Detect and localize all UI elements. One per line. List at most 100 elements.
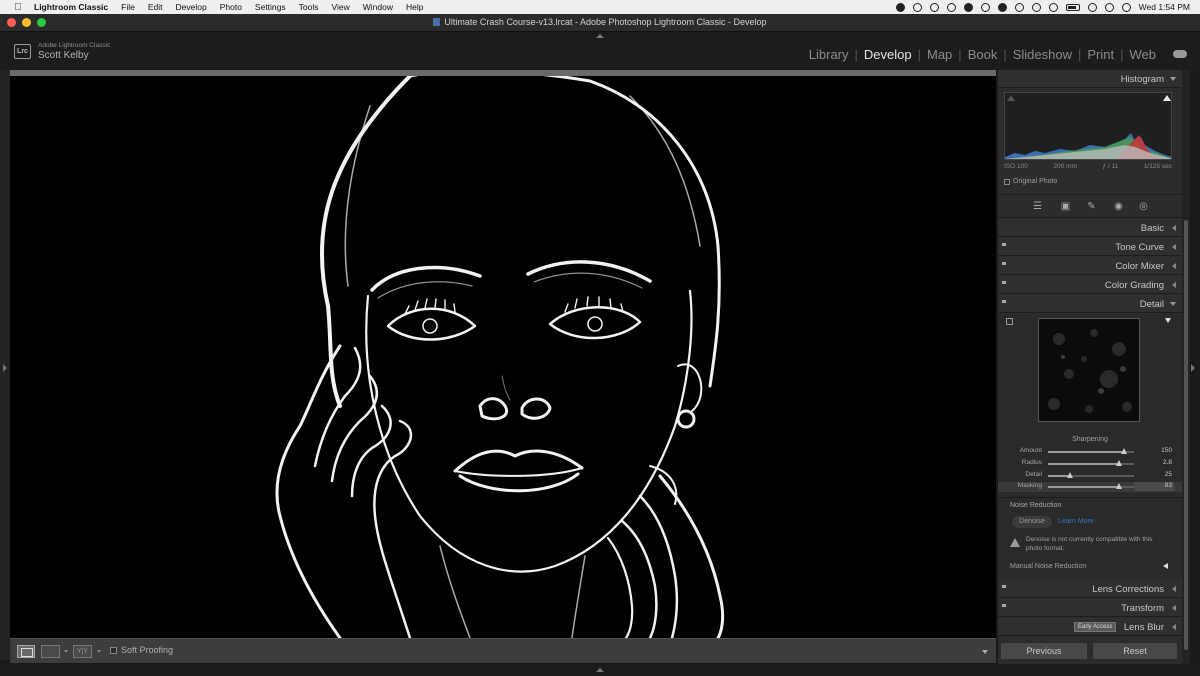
menubar-clock[interactable]: Wed 1:54 PM <box>1139 2 1190 12</box>
cloud-sync-icon[interactable] <box>1173 50 1187 58</box>
menu-develop[interactable]: Develop <box>176 2 207 12</box>
color-grading-panel-header[interactable]: Color Grading <box>998 276 1182 294</box>
denoise-button[interactable]: Denoise <box>1012 516 1052 528</box>
radius-value[interactable]: 2.8 <box>1142 459 1172 466</box>
toolbar-options-dropdown-icon[interactable] <box>982 650 988 654</box>
learn-more-link[interactable]: Learn More <box>1058 518 1094 525</box>
status-app-icon[interactable] <box>946 2 956 12</box>
menu-view[interactable]: View <box>331 2 349 12</box>
menu-edit[interactable]: Edit <box>148 2 163 12</box>
lens-corrections-panel-header[interactable]: Lens Corrections <box>998 580 1182 598</box>
healing-brush-icon[interactable]: ✎ <box>1086 201 1097 212</box>
reset-button[interactable]: Reset <box>1092 642 1178 660</box>
color-mixer-panel-header[interactable]: Color Mixer <box>998 257 1182 275</box>
masking-slider-thumb[interactable] <box>1116 483 1123 489</box>
status-app-icon[interactable] <box>980 2 990 12</box>
before-after-dropdown-icon[interactable] <box>64 650 68 653</box>
detail-slider-thumb[interactable] <box>1066 472 1073 478</box>
battery-icon[interactable] <box>1065 3 1080 11</box>
bluetooth-icon[interactable] <box>1014 2 1024 12</box>
original-photo-toggle[interactable]: Original Photo <box>1004 178 1057 185</box>
wifi-icon[interactable] <box>1087 2 1097 12</box>
histogram-panel-header[interactable]: Histogram <box>998 70 1182 88</box>
masking-slider-row[interactable]: Masking 83 <box>998 482 1182 492</box>
status-app-icon[interactable] <box>997 2 1007 12</box>
red-eye-icon[interactable]: ◉ <box>1113 201 1124 212</box>
identity-plate-user[interactable]: Scott Kelby <box>38 50 89 61</box>
module-library[interactable]: Library <box>809 47 849 62</box>
detail-preview[interactable] <box>1038 318 1140 422</box>
status-app-icon[interactable] <box>1031 2 1041 12</box>
module-web[interactable]: Web <box>1130 47 1157 62</box>
menu-photo[interactable]: Photo <box>220 2 242 12</box>
menu-help[interactable]: Help <box>406 2 423 12</box>
apple-menu-icon[interactable]:  <box>12 1 24 13</box>
panel-switch-icon[interactable] <box>1002 262 1006 265</box>
status-app-icon[interactable] <box>963 2 973 12</box>
control-center-icon[interactable] <box>1121 2 1131 12</box>
manual-noise-reduction-label[interactable]: Manual Noise Reduction <box>1010 563 1086 570</box>
basic-panel-header[interactable]: Basic <box>998 219 1182 237</box>
top-panel-toggle-icon[interactable] <box>596 34 604 38</box>
right-panel-toggle-icon[interactable] <box>1191 364 1195 372</box>
detail-panel-header[interactable]: Detail <box>998 295 1182 313</box>
module-print[interactable]: Print <box>1087 47 1114 62</box>
previous-button[interactable]: Previous <box>1000 642 1088 660</box>
module-map[interactable]: Map <box>927 47 952 62</box>
menu-file[interactable]: File <box>121 2 135 12</box>
amount-slider-thumb[interactable] <box>1120 448 1127 454</box>
before-after-view-icon[interactable] <box>41 645 60 658</box>
amount-slider-row[interactable]: Amount 150 <box>998 447 1182 457</box>
transform-panel-header[interactable]: Transform <box>998 599 1182 617</box>
display-icon[interactable] <box>1048 2 1058 12</box>
status-app-icon[interactable] <box>895 2 905 12</box>
before-after-swap-icon[interactable]: Y|Y <box>73 645 92 658</box>
masking-slider-track[interactable] <box>1048 483 1134 489</box>
edit-sliders-icon[interactable]: ☰ <box>1032 201 1043 212</box>
histogram[interactable]: ISO 100 200 mm ƒ / 11 1/125 sec <box>1004 92 1172 172</box>
view-mode-dropdown-icon[interactable] <box>97 650 101 653</box>
tone-curve-panel-header[interactable]: Tone Curve <box>998 238 1182 256</box>
image-canvas[interactable] <box>10 70 996 638</box>
module-book[interactable]: Book <box>968 47 998 62</box>
amount-slider-track[interactable] <box>1048 448 1134 454</box>
radius-slider-thumb[interactable] <box>1115 460 1122 466</box>
original-photo-checkbox[interactable] <box>1004 178 1010 185</box>
shadow-clipping-icon[interactable] <box>1007 95 1015 101</box>
loupe-view-icon[interactable] <box>17 645 35 658</box>
target-adjust-icon[interactable] <box>1006 318 1013 325</box>
soft-proofing-checkbox[interactable] <box>110 646 117 654</box>
panel-switch-icon[interactable] <box>1002 300 1006 303</box>
left-panel-toggle-icon[interactable] <box>3 364 7 372</box>
lens-blur-panel-header[interactable]: Early Access Lens Blur <box>998 618 1182 636</box>
search-icon[interactable] <box>1104 2 1114 12</box>
masking-value[interactable]: 83 <box>1142 482 1172 489</box>
detail-slider-track[interactable] <box>1048 472 1134 478</box>
amount-value[interactable]: 150 <box>1142 447 1172 454</box>
radius-slider-track[interactable] <box>1048 460 1134 466</box>
preview-options-icon[interactable] <box>1165 318 1171 323</box>
masking-icon[interactable]: ◎ <box>1138 201 1149 212</box>
panel-switch-icon[interactable] <box>1002 585 1006 588</box>
menu-settings[interactable]: Settings <box>255 2 286 12</box>
panel-switch-icon[interactable] <box>1002 604 1006 607</box>
manual-noise-reduction-expand-icon[interactable] <box>1163 563 1168 569</box>
bottom-panel-toggle-icon[interactable] <box>596 668 604 672</box>
soft-proofing-toggle[interactable]: Soft Proofing <box>110 645 173 655</box>
right-panel-scrollbar[interactable] <box>1182 70 1190 664</box>
menu-app-name[interactable]: Lightroom Classic <box>34 2 108 12</box>
detail-slider-row[interactable]: Detail 25 <box>998 471 1182 481</box>
detail-value[interactable]: 25 <box>1142 471 1172 478</box>
panel-switch-icon[interactable] <box>1002 243 1006 246</box>
histogram-graph[interactable] <box>1004 92 1172 160</box>
module-slideshow[interactable]: Slideshow <box>1013 47 1072 62</box>
scrollbar-thumb[interactable] <box>1184 220 1188 650</box>
status-app-icon[interactable] <box>929 2 939 12</box>
panel-switch-icon[interactable] <box>1002 281 1006 284</box>
menu-tools[interactable]: Tools <box>299 2 319 12</box>
radius-slider-row[interactable]: Radius 2.8 <box>998 459 1182 469</box>
module-develop[interactable]: Develop <box>864 47 912 62</box>
crop-icon[interactable]: ▣ <box>1060 201 1071 212</box>
status-app-icon[interactable] <box>912 2 922 12</box>
highlight-clipping-icon[interactable] <box>1163 95 1171 101</box>
